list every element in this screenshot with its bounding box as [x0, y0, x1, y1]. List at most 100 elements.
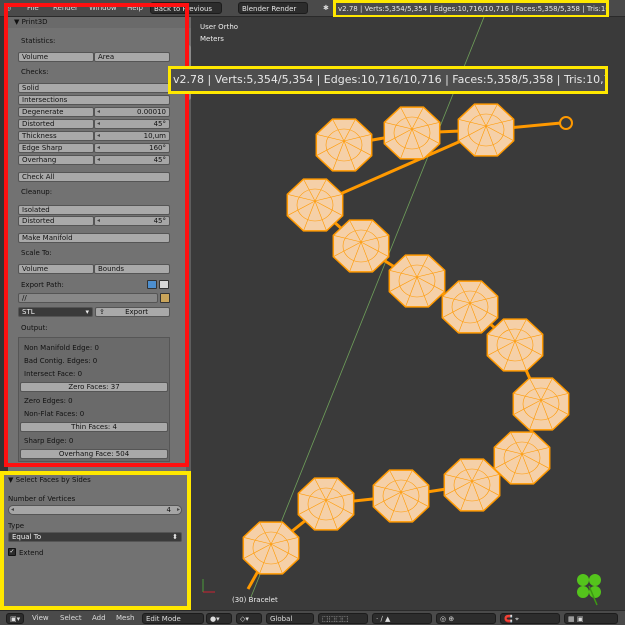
stats-callout: v2.78 | Verts:5,354/5,354 | Edges:10,716…	[168, 66, 608, 94]
decrease-icon[interactable]: ◂	[97, 108, 100, 116]
distorted-cleanup-button[interactable]: Distorted	[18, 216, 94, 226]
decrease-icon[interactable]: ◂	[97, 120, 100, 128]
solid-button[interactable]: Solid	[18, 83, 170, 93]
volume-button[interactable]: Volume	[18, 52, 94, 62]
bead	[383, 106, 441, 160]
clover-icon	[577, 574, 601, 606]
render-engine-select[interactable]: Blender Render	[238, 2, 308, 14]
menu-window[interactable]: Window	[86, 2, 120, 14]
scale-volume-button[interactable]: Volume	[18, 264, 94, 274]
distorted-cleanup-field[interactable]: ◂ 45°	[94, 216, 170, 226]
select-result-button[interactable]: Overhang Face: 504	[20, 449, 168, 459]
area-button[interactable]: Area	[94, 52, 170, 62]
increase-icon[interactable]: ▸	[177, 506, 180, 514]
decrease-icon[interactable]: ◂	[97, 144, 100, 152]
snap-buttons[interactable]: 🧲 ⌖	[500, 613, 560, 624]
decrease-icon[interactable]: ◂	[97, 132, 100, 140]
folder-icon[interactable]	[147, 280, 157, 289]
bead	[486, 318, 544, 372]
num-vertices-field[interactable]: ◂ 4 ▸	[8, 505, 182, 515]
bead	[457, 103, 515, 157]
bead	[286, 178, 344, 232]
decrease-icon[interactable]: ◂	[11, 506, 14, 514]
bead	[443, 458, 501, 512]
select-faces-title: Select Faces by Sides	[15, 476, 91, 484]
pivot-select[interactable]: ◇▾	[236, 613, 262, 624]
degenerate-field[interactable]: ◂ 0.00010	[94, 107, 170, 117]
bracelet-beads	[242, 103, 570, 575]
bead	[441, 280, 499, 334]
browse-folder-icon[interactable]	[160, 293, 170, 303]
export-path-field[interactable]: //	[18, 293, 158, 303]
bead	[242, 521, 300, 575]
menu-select[interactable]: Select	[60, 613, 82, 624]
panel-header[interactable]: ▼ Print3D	[8, 17, 191, 28]
3d-viewport[interactable]: User Ortho Meters (30) Bracelet	[191, 17, 625, 610]
select-faces-header[interactable]: ▼ Select Faces by Sides	[8, 476, 91, 484]
scale-bounds-button[interactable]: Bounds	[94, 264, 170, 274]
thickness-field[interactable]: ◂ 10,um	[94, 131, 170, 141]
select-result-button[interactable]: Zero Faces: 37	[20, 382, 168, 392]
bead	[512, 377, 570, 431]
mode-select[interactable]: Edit Mode	[142, 613, 204, 624]
result-text: Intersect Face: 0	[24, 370, 83, 378]
type-select[interactable]: Equal To ⬍	[8, 532, 182, 542]
view-axes-icon	[202, 579, 215, 593]
decrease-icon[interactable]: ◂	[97, 217, 100, 225]
blender-logo-icon[interactable]: ◎	[2, 2, 14, 14]
distorted-button[interactable]: Distorted	[18, 119, 94, 129]
select-result-button[interactable]: Thin Faces: 4	[20, 422, 168, 432]
output-label: Output:	[21, 324, 48, 332]
orientation-select[interactable]: Global	[266, 613, 314, 624]
overhang-button[interactable]: Overhang	[18, 155, 94, 165]
result-text: Sharp Edge: 0	[24, 437, 74, 445]
thickness-button[interactable]: Thickness	[18, 131, 94, 141]
back-to-previous-button[interactable]: Back to Previous	[150, 2, 222, 14]
shading-select[interactable]: ●▾	[206, 613, 232, 624]
render-buttons[interactable]: ▦ ▣	[564, 613, 618, 624]
chevron-updown-icon: ⬍	[172, 533, 178, 541]
menu-view[interactable]: View	[32, 613, 49, 624]
check-all-button[interactable]: Check All	[18, 172, 170, 182]
proportional-edit-buttons[interactable]: ◎ ⊕	[436, 613, 496, 624]
bead	[332, 219, 390, 273]
layer-buttons[interactable]: ⬚⬚⬚⬚	[318, 613, 368, 624]
format-select[interactable]: STL ▾	[18, 307, 93, 317]
intersections-button[interactable]: Intersections	[18, 95, 170, 105]
menu-render[interactable]: Render	[50, 2, 81, 14]
scene-stats: v2.78 | Verts:5,354/5,354 | Edges:10,716…	[333, 0, 609, 18]
scale-to-label: Scale To:	[21, 249, 52, 257]
menu-file[interactable]: File	[24, 2, 42, 14]
save-icon[interactable]	[159, 280, 169, 289]
bead	[372, 469, 430, 523]
isolated-button[interactable]: Isolated	[18, 205, 170, 215]
overhang-field[interactable]: ◂ 45°	[94, 155, 170, 165]
result-text: Zero Edges: 0	[24, 397, 73, 405]
bead	[315, 118, 373, 172]
export-button[interactable]: ⇪ Export	[95, 307, 170, 317]
view3d-header: ▣▾ View Select Add Mesh Edit Mode ●▾ ◇▾ …	[0, 610, 625, 625]
panel-title: Print3D	[21, 18, 48, 26]
edge-sharp-field[interactable]: ◂ 160°	[94, 143, 170, 153]
edge-sharp-button[interactable]: Edge Sharp	[18, 143, 94, 153]
bracelet-mesh[interactable]	[191, 17, 625, 610]
menu-help[interactable]: Help	[124, 2, 146, 14]
bead	[493, 431, 551, 485]
decrease-icon[interactable]: ◂	[97, 156, 100, 164]
num-vertices-label: Number of Vertices	[8, 495, 76, 503]
degenerate-button[interactable]: Degenerate	[18, 107, 94, 117]
bead	[297, 477, 355, 531]
menu-mesh[interactable]: Mesh	[116, 613, 134, 624]
statistics-label: Statistics:	[21, 37, 56, 45]
result-text: Non-Flat Faces: 0	[24, 410, 85, 418]
distorted-field[interactable]: ◂ 45°	[94, 119, 170, 129]
select-mode-buttons[interactable]: · ∕ ▲	[372, 613, 432, 624]
result-text: Bad Contig. Edges: 0	[24, 357, 98, 365]
checks-label: Checks:	[21, 68, 49, 76]
result-text: Non Manifold Edge: 0	[24, 344, 99, 352]
blender-icon: ✱	[323, 4, 329, 12]
editor-type-icon[interactable]: ▣▾	[6, 613, 25, 624]
make-manifold-button[interactable]: Make Manifold	[18, 233, 170, 243]
menu-add[interactable]: Add	[92, 613, 106, 624]
extend-checkbox[interactable]: ✓	[8, 548, 16, 556]
